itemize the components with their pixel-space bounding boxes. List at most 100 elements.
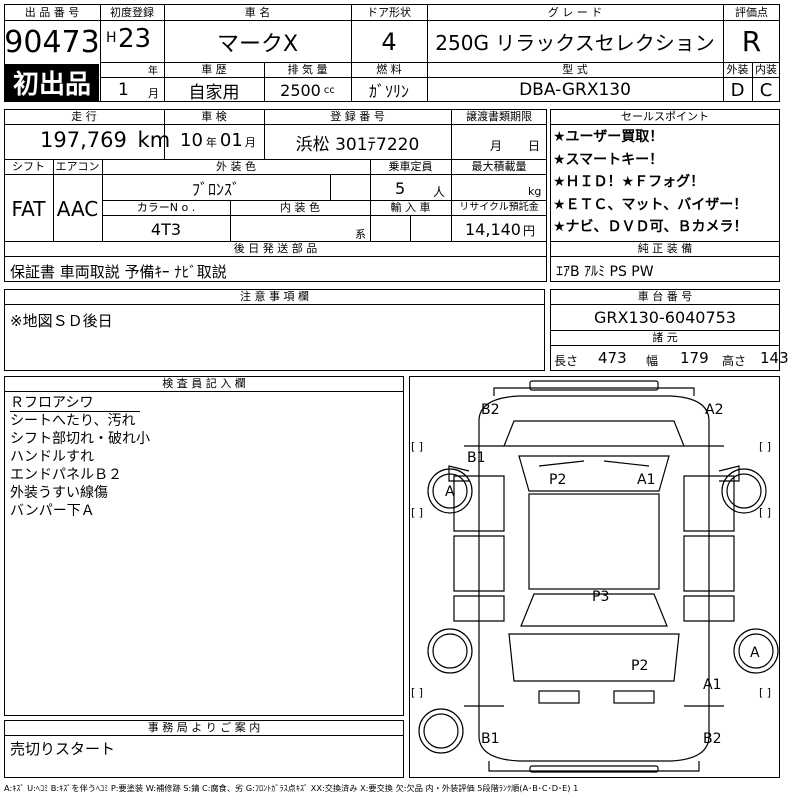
inspection-value: 10 年 01 月	[180, 130, 256, 151]
first-reg-label: 初度登録	[110, 6, 154, 19]
displacement-label: 排 気 量	[287, 63, 328, 76]
dims-width: 179	[680, 349, 709, 367]
damage-mark: B2	[703, 731, 722, 747]
score-label: 評価点	[735, 6, 768, 19]
ext-color-value: ﾌﾞﾛﾝｽﾞ	[191, 179, 240, 199]
recycle-value: 14,140 円	[465, 220, 535, 239]
sales-points-label: セールスポイント	[621, 110, 709, 123]
transfer-due-label: 譲渡書類期限	[466, 110, 532, 123]
int-color-label: 内 装 色	[280, 201, 320, 214]
shift-label: シフト	[12, 160, 45, 173]
equipment-label: 純 正 装 備	[637, 242, 693, 255]
inspection-month-unit: 月	[244, 136, 256, 149]
import-label: 輸 入 車	[390, 201, 431, 214]
grade-value: 250G リラックスセレクション	[435, 31, 715, 55]
history-value: 自家用	[188, 82, 240, 103]
exterior-grade-label: 外装	[726, 63, 749, 76]
door-value: 4	[381, 27, 397, 56]
diagram-bracket: [ ]	[411, 506, 423, 519]
inspection-label: 車 検	[201, 110, 227, 123]
aircon-value: AAC	[56, 196, 99, 221]
sales-point-item: ★ＨＩＤ！★Ｆフォグ！	[553, 174, 705, 190]
displacement-unit: cc	[323, 84, 335, 96]
grade-label: グ レ ー ド	[547, 6, 603, 19]
mileage-unit: km	[137, 128, 171, 152]
door-label: ドア形状	[367, 6, 411, 19]
capacity-value: 5	[395, 179, 406, 198]
damage-mark: A1	[703, 677, 721, 693]
dims-width-label: 幅	[646, 354, 659, 368]
displacement-value: 2500 cc	[264, 78, 351, 102]
damage-mark: P2	[631, 658, 648, 674]
first-reg-year: 23	[118, 24, 152, 54]
first-reg-month: 1	[118, 80, 129, 100]
office-value: 売切りスタート	[10, 740, 116, 758]
equipment-value: ｴｱB ｱﾙﾐ PS PW	[556, 264, 654, 280]
chassis-label: 車 台 番 号	[637, 290, 693, 303]
sales-point-item: ★ナビ、ＤＶＤ可、Ｂカメラ！	[553, 219, 748, 235]
model-code-label: 型 式	[562, 63, 588, 76]
diagram-bracket: [ ]	[411, 686, 423, 699]
sales-point-item: ★ユーザー買取！	[553, 129, 664, 145]
dims-length: 473	[598, 349, 627, 367]
model-code-value: DBA-GRX130	[519, 80, 631, 100]
chassis-value: GRX130-6040753	[593, 308, 737, 327]
dims-label: 諸 元	[652, 331, 678, 344]
inspector-notes: Ｒフロアシワ シートへたり、汚れ シフト部切れ・破れ小 ハンドルすれ エンドパネ…	[10, 395, 150, 519]
transfer-due-month-unit: 月	[490, 139, 503, 153]
dims-length-label: 長さ	[554, 354, 579, 368]
damage-mark: B1	[481, 731, 500, 747]
mileage-value: 197,769 km	[40, 128, 170, 152]
notes-label: 注 意 事 項 欄	[240, 290, 309, 303]
mileage-label: 走 行	[71, 110, 97, 123]
inspection-month: 01	[219, 130, 243, 151]
fuel-value: ｶﾞｿﾘﾝ	[368, 82, 409, 101]
color-no-label: カラーN o .	[136, 201, 196, 214]
damage-mark: B1	[467, 450, 486, 466]
int-color-unit: 系	[355, 228, 366, 241]
later-parts-value: 保証書 車両取説 予備ｷｰ ﾅﾋﾞ取説	[10, 263, 227, 281]
lot-number: 90473	[4, 24, 100, 60]
damage-mark: A2	[705, 402, 723, 418]
damage-mark: A	[750, 645, 760, 661]
first-listing-badge: 初出品	[5, 64, 99, 101]
max-load-label: 最大積載量	[471, 160, 527, 173]
fuel-label: 燃 料	[376, 63, 402, 76]
inspector-first-line-underline	[10, 411, 140, 412]
inspection-year: 10	[180, 130, 203, 151]
dims-height-label: 高さ	[722, 354, 747, 368]
car-name: マークX	[216, 31, 299, 57]
max-load-unit: kg	[528, 185, 542, 198]
capacity-label: 乗車定員	[388, 160, 433, 173]
damage-mark: A	[445, 484, 455, 500]
interior-grade-label: 内装	[755, 63, 777, 76]
inspector-label: 検 査 員 記 入 欄	[162, 377, 246, 390]
mileage-number: 197,769	[40, 128, 127, 152]
ext-color-label: 外 装 色	[216, 160, 256, 173]
damage-mark: A1	[637, 472, 655, 488]
transfer-due-day-unit: 日	[528, 139, 541, 153]
displacement-number: 2500	[280, 80, 321, 100]
office-label: 事 務 局 よ り ご 案 内	[147, 721, 261, 734]
history-label: 車 歴	[201, 63, 227, 76]
recycle-number: 14,140	[465, 220, 521, 239]
first-reg-year-unit: 年	[148, 66, 158, 77]
exterior-grade-value: D	[730, 79, 745, 101]
diagram-bracket: [ ]	[759, 506, 771, 519]
recycle-unit: 円	[522, 224, 535, 238]
first-reg-month-unit: 月	[148, 87, 159, 100]
first-reg-era: H	[106, 30, 117, 46]
aircon-label: エアコン	[55, 160, 100, 173]
damage-mark: P3	[592, 589, 609, 605]
color-no-value: 4T3	[150, 219, 182, 239]
car-name-label: 車 名	[244, 6, 271, 19]
lot-number-label: 出 品 番 号	[24, 6, 80, 19]
later-parts-label: 後 日 発 送 部 品	[233, 242, 318, 255]
registration-label: 登 録 番 号	[330, 110, 385, 123]
diagram-bracket: [ ]	[759, 440, 771, 453]
recycle-label: リサイクル預託金	[459, 202, 539, 213]
score-value: R	[741, 25, 762, 58]
dims-height: 143	[760, 349, 789, 367]
damage-mark: B2	[481, 402, 500, 418]
diagram-bracket: [ ]	[759, 686, 771, 699]
